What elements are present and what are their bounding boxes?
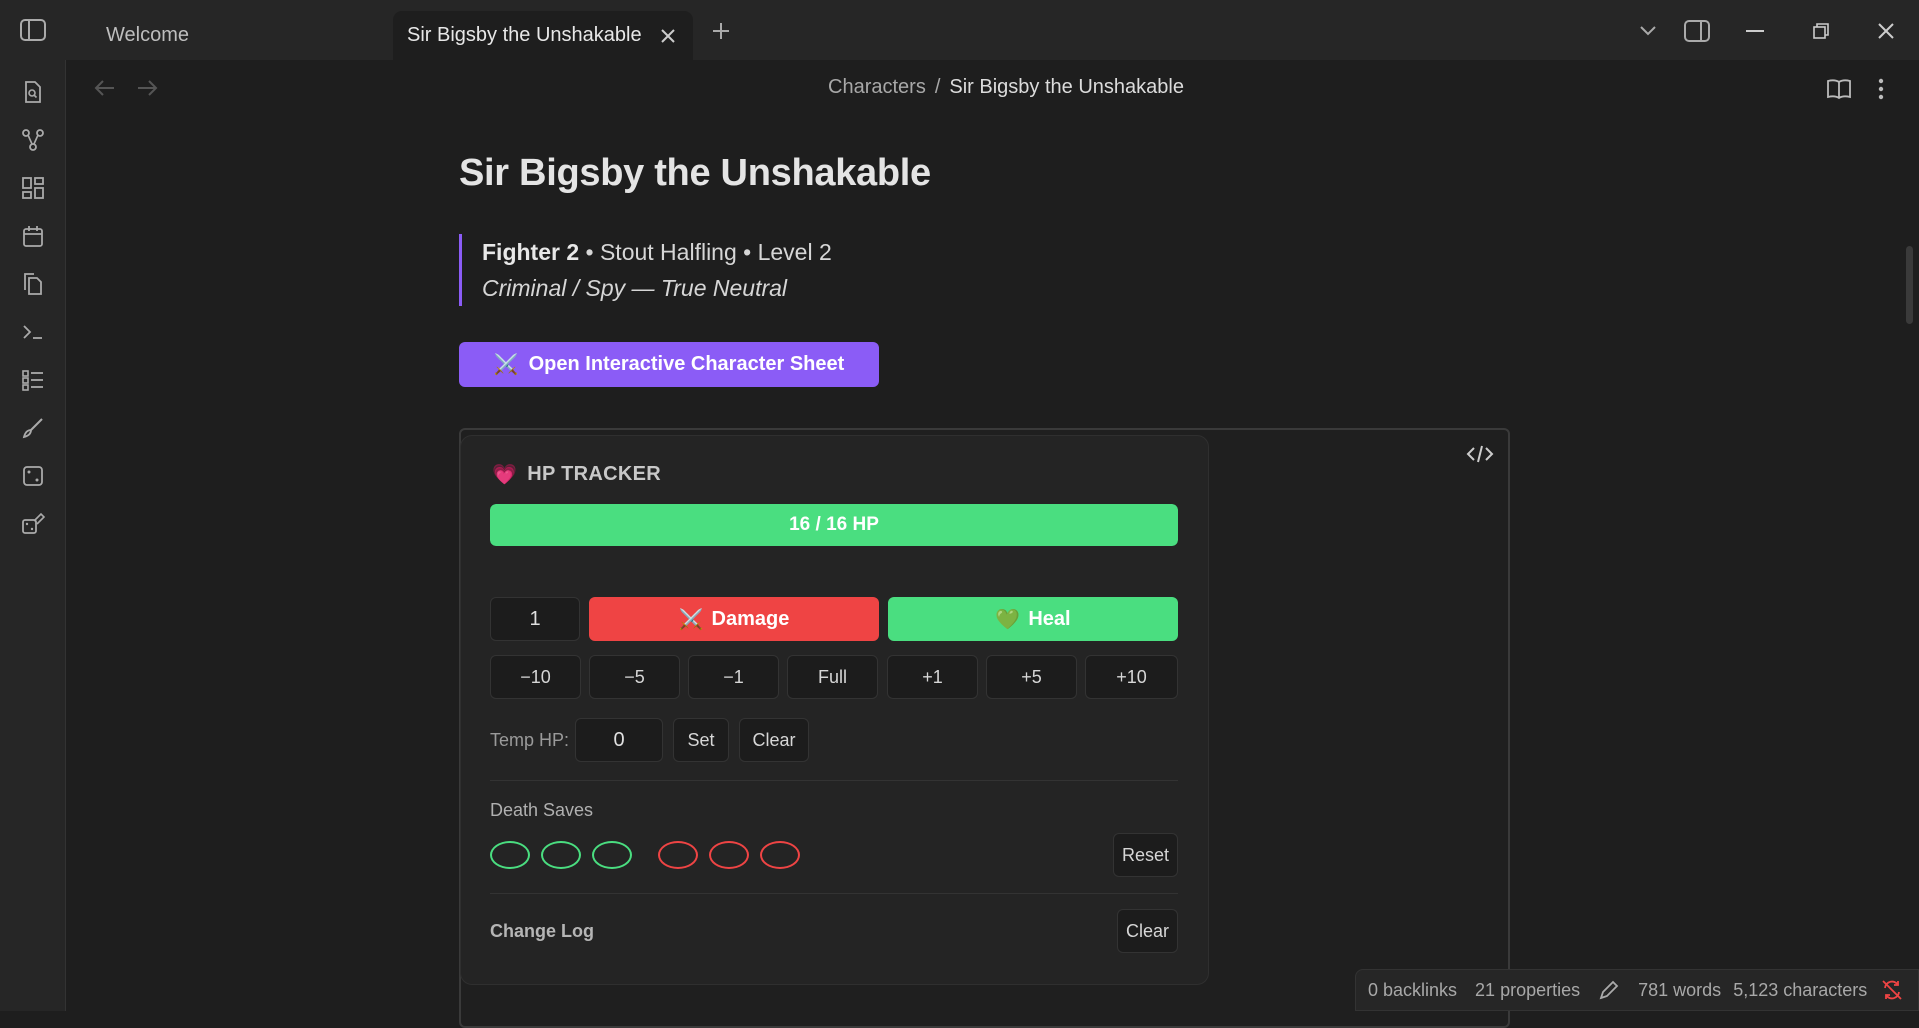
search-file-icon[interactable] [17,76,49,108]
damage-label: Damage [711,607,790,630]
character-summary-callout: Fighter 2 • Stout Halfling • Level 2 Cri… [459,234,832,306]
hp-minus-1-button[interactable]: −1 [688,655,779,699]
death-saves-reset-button[interactable]: Reset [1113,833,1178,877]
hp-minus-5-button[interactable]: −5 [589,655,680,699]
sidebar-toggle-icon[interactable] [18,17,48,43]
heal-label: Heal [1028,607,1071,630]
class-level: Fighter 2 [482,239,580,265]
new-tab-plus-icon[interactable] [706,16,736,46]
graph-icon[interactable] [17,124,49,156]
tab-label: Sir Bigsby the Unshakable [407,24,642,46]
breadcrumb-separator: / [934,76,941,98]
right-sidebar-toggle-icon[interactable] [1680,14,1714,48]
race-level: • Stout Halfling • Level 2 [579,239,832,265]
hp-plus-1-button[interactable]: +1 [887,655,978,699]
crossed-swords-icon: ⚔️ [678,608,704,631]
dice-pen-icon[interactable] [17,508,49,540]
reading-view-book-icon[interactable] [1823,73,1855,105]
close-icon[interactable] [655,23,681,49]
left-ribbon [0,60,66,1011]
terminal-icon[interactable] [17,316,49,348]
death-save-failure[interactable] [760,841,800,869]
background-alignment: Criminal / Spy — True Neutral [482,275,788,301]
hp-minus-10-button[interactable]: −10 [490,655,581,699]
hp-text: 16 / 16 HP [789,514,879,535]
death-save-failure[interactable] [709,841,749,869]
restore-icon[interactable] [1804,14,1838,48]
code-brackets-icon[interactable] [1462,438,1498,470]
breadcrumb-parent[interactable]: Characters [828,76,926,99]
character-count: 5,123 characters [1733,979,1868,1000]
death-save-success[interactable] [490,841,530,869]
word-count: 781 words [1638,979,1722,1000]
pencil-icon[interactable] [1598,979,1620,1001]
canvas-grid-icon[interactable] [17,172,49,204]
death-save-success[interactable] [592,841,632,869]
tab-sir-bigsby[interactable]: Sir Bigsby the Unshakable [393,11,693,60]
hp-plus-5-button[interactable]: +5 [986,655,1077,699]
death-save-success[interactable] [541,841,581,869]
change-log-clear-button[interactable]: Clear [1117,909,1178,953]
cta-label: Open Interactive Character Sheet [528,353,845,375]
hp-tracker-title: 💗 HP TRACKER [492,462,661,487]
hp-full-button[interactable]: Full [787,655,878,699]
page-title: Sir Bigsby the Unshakable [459,152,931,194]
death-saves-title: Death Saves [490,800,594,820]
heal-button[interactable]: 💚 Heal [888,597,1178,641]
minimize-icon[interactable] [1738,14,1772,48]
chevron-down-icon[interactable] [1631,14,1665,48]
calendar-icon[interactable] [17,220,49,252]
backlinks-count[interactable]: 0 backlinks [1368,980,1457,1001]
close-window-icon[interactable] [1869,14,1903,48]
callout-line-1: Fighter 2 • Stout Halfling • Level 2 [482,234,832,270]
temp-hp-label: Temp HP: [490,730,570,750]
back-arrow-icon[interactable] [90,73,120,103]
breadcrumb: Characters / Sir Bigsby the Unshakable [828,76,1184,99]
copy-files-icon[interactable] [17,268,49,300]
death-save-failure[interactable] [658,841,698,869]
heart-icon: 💗 [492,464,518,486]
change-log-title: Change Log [490,921,594,941]
callout-line-2: Criminal / Spy — True Neutral [482,270,832,306]
list-icon[interactable] [17,364,49,396]
temp-hp-set-button[interactable]: Set [673,718,729,762]
damage-button[interactable]: ⚔️ Damage [589,597,879,641]
properties-count[interactable]: 21 properties [1475,980,1580,1001]
temp-hp-clear-button[interactable]: Clear [739,718,809,762]
temp-hp-input[interactable] [575,718,663,762]
forward-arrow-icon[interactable] [132,73,162,103]
more-options-icon[interactable] [1865,73,1897,105]
breadcrumb-current[interactable]: Sir Bigsby the Unshakable [949,76,1184,99]
divider [490,893,1178,894]
scrollbar[interactable] [1906,246,1913,324]
open-character-sheet-button[interactable]: ⚔️ Open Interactive Character Sheet [459,342,879,387]
brush-icon[interactable] [17,412,49,444]
tab-welcome[interactable]: Welcome [86,11,386,60]
sync-error-icon[interactable] [1881,979,1903,1001]
tab-label: Welcome [106,24,189,46]
crossed-swords-icon: ⚔️ [493,354,519,376]
hp-progress-bar: 16 / 16 HP [490,504,1178,546]
hp-plus-10-button[interactable]: +10 [1085,655,1178,699]
dice-icon[interactable] [17,460,49,492]
green-heart-icon: 💚 [995,608,1021,631]
amount-input[interactable] [490,597,580,641]
status-bar: 0 backlinks 21 properties 781 words 5,12… [1355,969,1919,1011]
title-bar: Welcome Sir Bigsby the Unshakable [0,0,1919,60]
divider [490,780,1178,781]
hp-tracker-heading: HP TRACKER [527,463,661,485]
